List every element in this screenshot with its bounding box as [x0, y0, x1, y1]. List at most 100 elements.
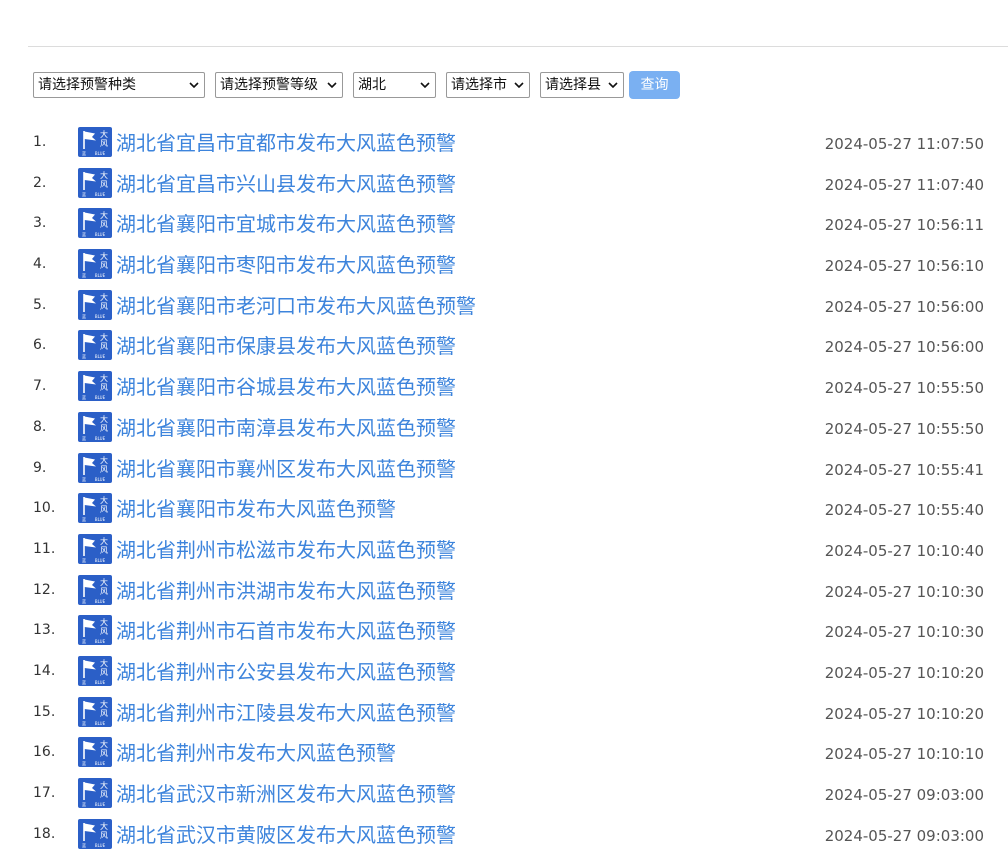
row-number: 18.	[33, 825, 56, 842]
warning-title-link[interactable]: 湖北省襄阳市枣阳市发布大风蓝色预警	[116, 252, 456, 278]
warning-title-link[interactable]: 湖北省襄阳市谷城县发布大风蓝色预警	[116, 374, 456, 400]
icon-text: 风	[100, 749, 108, 758]
icon-text: 蓝	[82, 272, 86, 278]
chevron-down-icon	[188, 73, 200, 97]
row-number: 8.	[33, 418, 47, 435]
warning-row: 13. 大风蓝 BLUE 湖北省荆州市石首市发布大风蓝色预警 2024-05-27 10…	[0, 610, 1008, 651]
warning-row: 14. 大风蓝 BLUE 湖北省荆州市公安县发布大风蓝色预警 2024-05-27 10…	[0, 651, 1008, 692]
warning-row: 7. 大风蓝 BLUE 湖北省襄阳市谷城县发布大风蓝色预警 2024-05-27 10:…	[0, 366, 1008, 407]
city-select[interactable]: 请选择市	[446, 72, 530, 98]
icon-text: BLUE	[95, 599, 106, 604]
warning-time: 2024-05-27 10:55:40	[824, 501, 984, 520]
icon-text: BLUE	[95, 843, 106, 848]
icon-text: 大	[100, 617, 108, 627]
icon-text: 风	[100, 709, 108, 718]
warning-time: 2024-05-27 10:56:00	[824, 338, 984, 357]
query-button[interactable]: 查询	[629, 71, 680, 99]
warning-row: 16. 大风蓝 BLUE 湖北省荆州市发布大风蓝色预警 2024-05-27 10:10…	[0, 732, 1008, 773]
warning-time: 2024-05-27 11:07:50	[824, 135, 984, 153]
chevron-down-icon	[513, 73, 525, 97]
warning-title-link[interactable]: 湖北省襄阳市南漳县发布大风蓝色预警	[116, 415, 456, 441]
warning-title-link[interactable]: 湖北省宜昌市宜都市发布大风蓝色预警	[116, 130, 456, 156]
icon-text: BLUE	[95, 354, 106, 359]
warning-time: 2024-05-27 10:55:50	[824, 379, 984, 398]
warning-title-link[interactable]: 湖北省荆州市江陵县发布大风蓝色预警	[116, 700, 456, 726]
wind-blue-warning-icon: 大风蓝 BLUE	[78, 533, 112, 564]
warning-title-link[interactable]: 湖北省襄阳市发布大风蓝色预警	[116, 496, 396, 522]
wind-blue-warning-icon: 大风蓝 BLUE	[78, 818, 112, 849]
icon-text: 大	[100, 780, 108, 790]
wind-blue-warning-icon: 大风蓝 BLUE	[78, 249, 112, 280]
wind-blue-warning-icon: 大风蓝 BLUE	[78, 411, 112, 442]
icon-text: BLUE	[95, 232, 106, 237]
chevron-down-icon	[607, 73, 619, 97]
warning-type-select[interactable]: 请选择预警种类	[33, 72, 205, 98]
warning-time: 2024-05-27 10:10:20	[824, 704, 984, 723]
icon-text: BLUE	[95, 273, 106, 278]
warning-title-link[interactable]: 湖北省荆州市洪湖市发布大风蓝色预警	[116, 578, 456, 604]
warning-title-link[interactable]: 湖北省襄阳市保康县发布大风蓝色预警	[116, 333, 456, 359]
icon-text: 大	[100, 699, 108, 709]
icon-text: 大	[100, 210, 108, 220]
warning-row: 10. 大风蓝 BLUE 湖北省襄阳市发布大风蓝色预警 2024-05-27 10:55…	[0, 488, 1008, 529]
warning-title-link[interactable]: 湖北省荆州市松滋市发布大风蓝色预警	[116, 537, 456, 563]
warning-row: 9. 大风蓝 BLUE 湖北省襄阳市襄州区发布大风蓝色预警 2024-05-27 10:…	[0, 448, 1008, 489]
row-number: 10.	[33, 500, 56, 517]
wind-blue-warning-icon: 大风蓝 BLUE	[78, 493, 112, 524]
icon-text: 风	[100, 220, 108, 229]
warning-title-link[interactable]: 湖北省武汉市新洲区发布大风蓝色预警	[116, 781, 456, 807]
warning-level-select-value: 请选择预警等级	[220, 77, 318, 93]
icon-text: BLUE	[95, 761, 106, 766]
icon-text: 大	[100, 251, 108, 261]
icon-text: 大	[100, 170, 108, 180]
warning-title-link[interactable]: 湖北省武汉市黄陂区发布大风蓝色预警	[116, 822, 456, 848]
warning-row: 15. 大风蓝 BLUE 湖北省荆州市江陵县发布大风蓝色预警 2024-05-27 10…	[0, 692, 1008, 733]
warning-title-link[interactable]: 湖北省襄阳市宜城市发布大风蓝色预警	[116, 211, 456, 237]
icon-text: BLUE	[95, 558, 106, 563]
icon-text: 大	[100, 495, 108, 505]
icon-text: BLUE	[95, 680, 106, 685]
row-number: 6.	[33, 337, 47, 354]
icon-text: BLUE	[95, 517, 106, 522]
warning-level-select[interactable]: 请选择预警等级	[215, 72, 343, 98]
county-select-value: 请选择县	[545, 77, 601, 93]
row-number: 5.	[33, 296, 47, 313]
icon-text: 蓝	[82, 313, 86, 319]
icon-text: 大	[100, 739, 108, 749]
row-number: 12.	[33, 581, 56, 598]
warning-title-link[interactable]: 湖北省荆州市发布大风蓝色预警	[116, 740, 396, 766]
warning-time: 2024-05-27 10:10:10	[824, 745, 984, 764]
warning-time: 2024-05-27 09:03:00	[824, 826, 984, 845]
wind-blue-warning-icon: 大风蓝 BLUE	[78, 655, 112, 686]
warning-time: 2024-05-27 10:10:30	[824, 582, 984, 601]
wind-blue-warning-icon: 大风蓝 BLUE	[78, 696, 112, 727]
icon-text: 蓝	[82, 231, 86, 237]
icon-text: 风	[100, 139, 108, 148]
icon-text: 风	[100, 342, 108, 351]
warning-time: 2024-05-27 10:55:50	[824, 419, 984, 438]
filter-bar: 请选择预警种类 请选择预警等级 湖北 请选择市 请选择县 查询	[33, 71, 680, 99]
warning-title-link[interactable]: 湖北省襄阳市老河口市发布大风蓝色预警	[116, 293, 476, 319]
row-number: 9.	[33, 459, 47, 476]
warning-title-link[interactable]: 湖北省襄阳市襄州区发布大风蓝色预警	[116, 456, 456, 482]
warning-title-link[interactable]: 湖北省荆州市公安县发布大风蓝色预警	[116, 659, 456, 685]
county-select[interactable]: 请选择县	[540, 72, 624, 98]
icon-text: 风	[100, 505, 108, 514]
wind-blue-warning-icon: 大风蓝 BLUE	[78, 778, 112, 808]
warning-title-link[interactable]: 湖北省宜昌市兴山县发布大风蓝色预警	[116, 171, 456, 197]
icon-text: 风	[100, 627, 108, 636]
province-select-value: 湖北	[358, 77, 386, 93]
wind-blue-warning-icon: 大风蓝 BLUE	[78, 127, 112, 157]
wind-blue-warning-icon: 大风蓝 BLUE	[78, 167, 112, 198]
warning-time: 2024-05-27 10:56:10	[824, 257, 984, 276]
warning-time: 2024-05-27 10:10:40	[824, 541, 984, 560]
wind-blue-warning-icon: 大风蓝 BLUE	[78, 615, 112, 646]
icon-text: 风	[100, 424, 108, 433]
icon-text: 风	[100, 465, 108, 474]
province-select[interactable]: 湖北	[353, 72, 436, 98]
city-select-value: 请选择市	[451, 77, 507, 93]
icon-text: 蓝	[82, 679, 86, 685]
row-number: 15.	[33, 703, 56, 720]
warning-title-link[interactable]: 湖北省荆州市石首市发布大风蓝色预警	[116, 618, 456, 644]
warning-row: 17. 大风蓝 BLUE 湖北省武汉市新洲区发布大风蓝色预警 2024-05-27 09…	[0, 773, 1008, 814]
